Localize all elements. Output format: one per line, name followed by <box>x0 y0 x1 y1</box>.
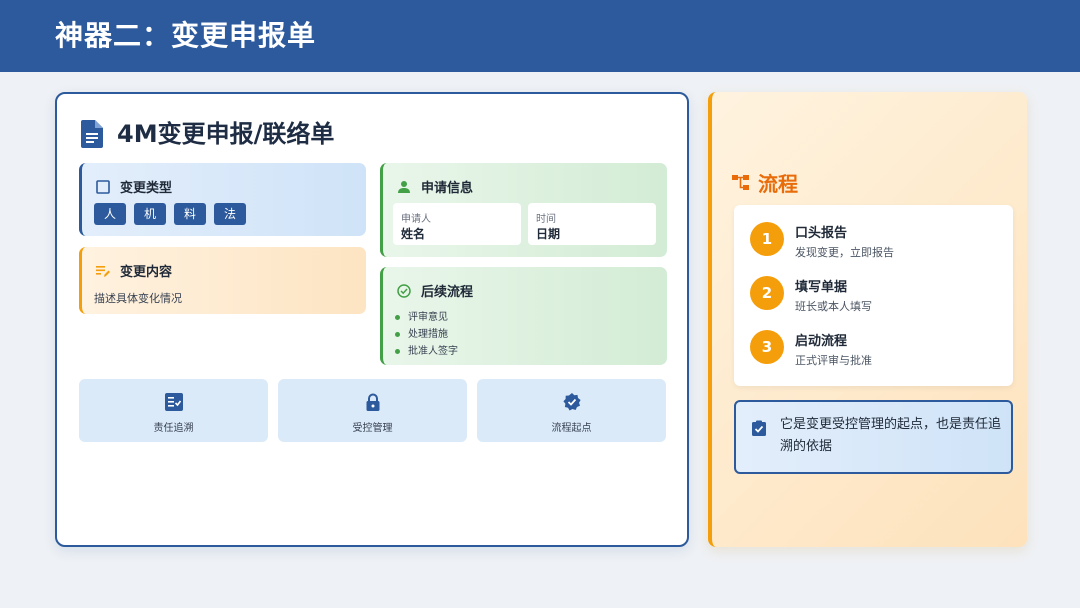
follow-up-header: 后续流程 <box>397 281 473 300</box>
follow-up-item: 批准人签字 <box>408 346 458 357</box>
checklist-icon <box>165 393 183 411</box>
process-header: 流程 <box>732 168 798 197</box>
list-item: 批准人签字 <box>395 343 458 360</box>
checkbox-icon <box>96 179 110 194</box>
flowchart-icon <box>732 174 749 190</box>
application-info-panel: 申请信息 申请人 姓名 时间 日期 <box>380 163 667 257</box>
header-bar: 神器二：变更申报单 <box>0 0 1080 72</box>
follow-up-item: 处理措施 <box>408 329 448 340</box>
tag-method[interactable]: 法 <box>214 203 246 225</box>
date-label: 时间 <box>536 214 556 225</box>
step-description: 正式评审与批准 <box>795 354 872 367</box>
process-note: 它是变更受控管理的起点，也是责任追溯的依据 <box>734 400 1013 474</box>
application-info-label: 申请信息 <box>421 181 474 196</box>
step-number-badge: 2 <box>750 276 784 310</box>
follow-up-panel: 后续流程 评审意见 处理措施 批准人签字 <box>380 267 667 365</box>
change-form-card: 4M变更申报/联络单 变更类型 人 机 料 法 变更内容 描述具体变化情况 申请… <box>55 92 689 547</box>
step-number-badge: 1 <box>750 222 784 256</box>
list-item: 处理措施 <box>395 326 458 343</box>
tag-person[interactable]: 人 <box>94 203 126 225</box>
change-type-tags: 人 机 料 法 <box>94 203 246 225</box>
date-value: 日期 <box>536 227 561 241</box>
lock-icon <box>366 393 380 411</box>
process-note-text: 它是变更受控管理的起点，也是责任追溯的依据 <box>780 417 1002 454</box>
document-icon <box>81 120 103 148</box>
change-content-panel: 变更内容 描述具体变化情况 <box>79 247 366 314</box>
process-card: 流程 1 口头报告 发现变更，立即报告 2 填写单据 班长或本人填写 3 启动流… <box>708 92 1027 547</box>
feature-label: 流程起点 <box>551 423 592 434</box>
step-description: 发现变更，立即报告 <box>795 246 894 259</box>
bullet-icon <box>395 315 400 320</box>
person-icon <box>398 180 410 193</box>
bullet-icon <box>395 332 400 337</box>
feature-controlled: 受控管理 <box>278 379 467 442</box>
change-type-panel: 变更类型 人 机 料 法 <box>79 163 366 236</box>
change-content-header: 变更内容 <box>96 261 172 280</box>
change-type-header: 变更类型 <box>96 177 172 196</box>
edit-notes-icon <box>96 265 110 277</box>
applicant-value: 姓名 <box>401 227 426 241</box>
feature-label: 受控管理 <box>352 423 393 434</box>
clipboard-check-icon <box>752 420 766 436</box>
applicant-field[interactable]: 申请人 姓名 <box>393 203 521 245</box>
tag-machine[interactable]: 机 <box>134 203 166 225</box>
change-content-label: 变更内容 <box>120 265 173 280</box>
step-title: 启动流程 <box>795 334 848 349</box>
step-title: 口头报告 <box>795 226 848 241</box>
process-steps: 1 口头报告 发现变更，立即报告 2 填写单据 班长或本人填写 3 启动流程 正… <box>734 205 1013 386</box>
verified-badge-icon <box>563 393 581 411</box>
feature-label: 责任追溯 <box>153 423 194 434</box>
feature-process-start: 流程起点 <box>477 379 666 442</box>
follow-up-label: 后续流程 <box>421 285 474 300</box>
date-field[interactable]: 时间 日期 <box>528 203 656 245</box>
bullet-icon <box>395 349 400 354</box>
page-title: 神器二：变更申报单 <box>55 19 317 52</box>
application-info-header: 申请信息 <box>397 177 473 196</box>
list-item: 评审意见 <box>395 309 458 326</box>
form-title: 4M变更申报/联络单 <box>117 120 335 148</box>
process-title: 流程 <box>758 172 798 196</box>
step-description: 班长或本人填写 <box>795 300 872 313</box>
follow-up-list: 评审意见 处理措施 批准人签字 <box>395 309 458 360</box>
applicant-label: 申请人 <box>401 214 431 225</box>
tag-material[interactable]: 料 <box>174 203 206 225</box>
check-circle-icon <box>397 283 411 298</box>
follow-up-item: 评审意见 <box>408 312 448 323</box>
feature-traceability: 责任追溯 <box>79 379 268 442</box>
change-content-description: 描述具体变化情况 <box>94 292 182 305</box>
form-title-row: 4M变更申报/联络单 <box>81 118 334 150</box>
step-number-badge: 3 <box>750 330 784 364</box>
step-title: 填写单据 <box>795 280 848 295</box>
change-type-label: 变更类型 <box>120 181 173 196</box>
